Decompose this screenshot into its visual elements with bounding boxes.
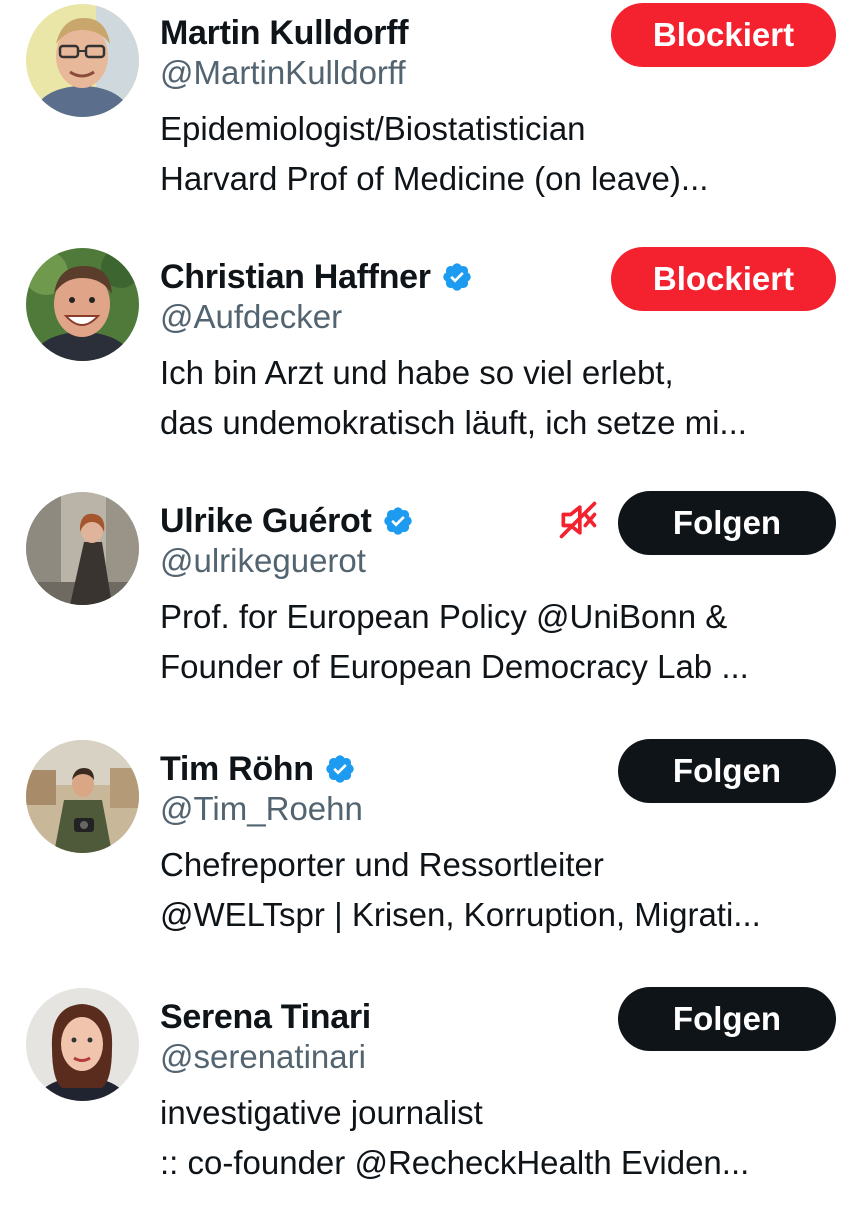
bio-line: das undemokratisch läuft, ich setze mi..… [160,404,747,441]
user-handle[interactable]: @MartinKulldorff [160,54,406,92]
user-bio: investigative journalist :: co-founder @… [160,1088,840,1188]
avatar[interactable] [26,248,139,361]
avatar[interactable] [26,4,139,117]
blocked-button[interactable]: Blockiert [611,3,836,67]
display-name[interactable]: Martin Kulldorff [160,14,409,53]
user-handle[interactable]: @Aufdecker [160,298,342,336]
bio-line: Founder of European Democracy Lab ... [160,648,749,685]
bio-line: Epidemiologist/Biostatistician [160,110,586,147]
blocked-button[interactable]: Blockiert [611,247,836,311]
avatar-image [26,492,139,605]
user-bio: Epidemiologist/Biostatistician Harvard P… [160,104,840,204]
user-row-ulrike-guerot[interactable]: Ulrike Guérot @ulrikeguerot Prof. for Eu… [0,488,854,728]
user-row-tim-roehn[interactable]: Tim Röhn @Tim_Roehn Chefreporter und Res… [0,736,854,976]
follow-button[interactable]: Folgen [618,987,836,1051]
follow-button[interactable]: Folgen [618,491,836,555]
verified-badge-icon[interactable] [441,261,473,293]
avatar[interactable] [26,988,139,1101]
avatar-image [26,4,139,117]
display-name[interactable]: Tim Röhn [160,750,314,789]
bio-line: Prof. for European Policy @UniBonn & [160,598,728,635]
follow-button[interactable]: Folgen [618,739,836,803]
bio-line: @WELTspr | Krisen, Korruption, Migrati..… [160,896,761,933]
verified-badge-icon[interactable] [324,753,356,785]
avatar[interactable] [26,740,139,853]
bio-line: Harvard Prof of Medicine (on leave)... [160,160,709,197]
user-row-martin-kulldorff[interactable]: Martin Kulldorff @MartinKulldorff Epidem… [0,0,854,240]
user-bio: Chefreporter und Ressortleiter @WELTspr … [160,840,840,940]
muted-speaker-icon[interactable] [556,498,600,542]
user-row-christian-haffner[interactable]: Christian Haffner @Aufdecker Ich bin Arz… [0,244,854,484]
bio-line: Chefreporter und Ressortleiter [160,846,604,883]
bio-line: investigative journalist [160,1094,483,1131]
avatar-image [26,988,139,1101]
bio-line: :: co-founder @RecheckHealth Eviden... [160,1144,750,1181]
avatar-image [26,248,139,361]
display-name[interactable]: Christian Haffner [160,258,431,297]
display-name[interactable]: Ulrike Guérot [160,502,372,541]
verified-badge-icon[interactable] [382,505,414,537]
avatar-image [26,740,139,853]
avatar[interactable] [26,492,139,605]
user-row-serena-tinari[interactable]: Serena Tinari @serenatinari investigativ… [0,984,854,1224]
bio-line: Ich bin Arzt und habe so viel erlebt, [160,354,674,391]
display-name[interactable]: Serena Tinari [160,998,371,1037]
user-handle[interactable]: @Tim_Roehn [160,790,363,828]
user-bio: Ich bin Arzt und habe so viel erlebt, da… [160,348,840,448]
user-handle[interactable]: @serenatinari [160,1038,366,1076]
user-bio: Prof. for European Policy @UniBonn & Fou… [160,592,840,692]
user-handle[interactable]: @ulrikeguerot [160,542,366,580]
